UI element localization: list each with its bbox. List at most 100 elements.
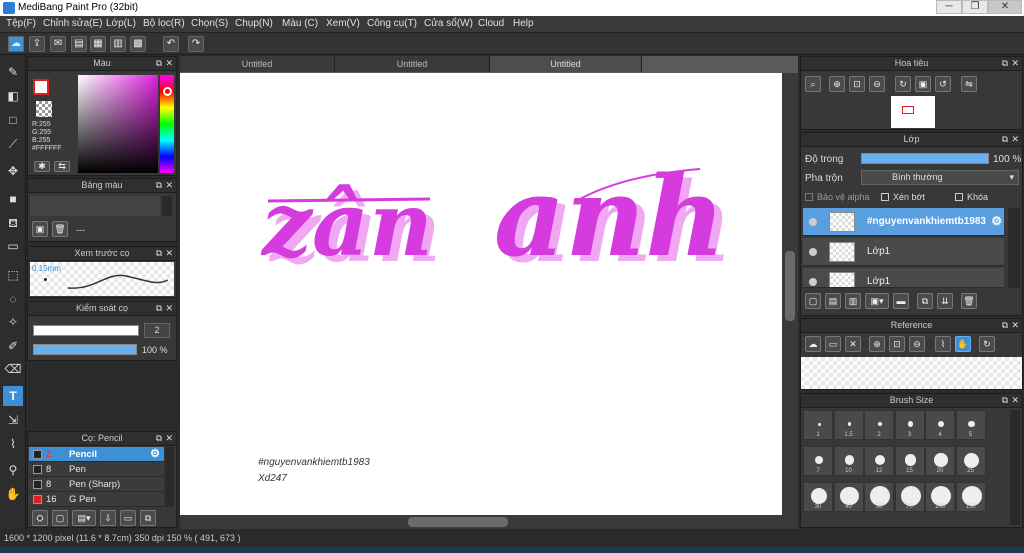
maximize-button[interactable]: ❐ xyxy=(962,0,988,14)
cloud-icon[interactable]: ☁ xyxy=(8,36,24,52)
palette-area[interactable] xyxy=(30,196,160,216)
brush-size-scrollbar[interactable] xyxy=(1010,410,1020,525)
tab-untitled-1[interactable]: Untitled xyxy=(180,56,335,72)
gear-icon[interactable]: ⚙ xyxy=(150,447,160,462)
menu-filter[interactable]: Bộ lọc(R) xyxy=(143,18,185,29)
brush-add-icon[interactable]: ⛭ xyxy=(32,510,48,526)
brush-size-cell[interactable]: 150 xyxy=(955,482,986,512)
cloud-ref-icon[interactable]: ☁ xyxy=(805,336,821,352)
layer-item[interactable]: Lớp1 xyxy=(803,268,1004,288)
eye-icon[interactable] xyxy=(809,248,817,256)
hue-handle[interactable] xyxy=(163,87,172,96)
import-brush-icon[interactable]: ⇩ xyxy=(100,510,116,526)
duplicate-layer-icon[interactable]: ⧉ xyxy=(917,293,933,309)
menu-color[interactable]: Màu (C) xyxy=(282,18,318,29)
new-layer-icon[interactable]: ▢ xyxy=(805,293,821,309)
move-tool-icon[interactable]: ✥ xyxy=(3,161,23,181)
vertical-scroll-thumb[interactable] xyxy=(785,251,795,321)
close-icon[interactable]: ✕ xyxy=(165,247,173,260)
close-icon[interactable]: ✕ xyxy=(165,179,173,192)
brush-size-cell[interactable]: 100 xyxy=(925,482,955,512)
rectangle-tool-icon[interactable]: □ xyxy=(3,110,23,130)
zoom-icon[interactable]: ⌕ xyxy=(805,76,821,92)
gear-icon[interactable]: ⚙ xyxy=(991,214,1002,228)
menu-tools[interactable]: Công cụ(T) xyxy=(367,18,417,29)
menu-file[interactable]: Tệp(F) xyxy=(6,18,36,29)
new-8bit-layer-icon[interactable]: ▥ xyxy=(845,293,861,309)
canvas-horizontal-scrollbar[interactable] xyxy=(180,515,798,529)
popout-icon[interactable]: ⧉ xyxy=(1002,319,1008,332)
page-icon[interactable]: ▦ xyxy=(90,36,106,52)
layer-scrollbar[interactable] xyxy=(1008,208,1020,288)
brush-opacity-slider[interactable] xyxy=(33,344,137,355)
comment-icon[interactable]: ✉ xyxy=(50,36,66,52)
brush-size-cell[interactable]: 3 xyxy=(894,410,925,440)
new-brush-icon[interactable]: ▢ xyxy=(52,510,68,526)
menu-capture[interactable]: Chụp(N) xyxy=(235,18,273,29)
layer-item[interactable]: #nguyenvankhiemtb1983 ⚙ xyxy=(803,208,1004,236)
brush-size-cell[interactable]: 10 xyxy=(833,446,864,476)
folder-icon[interactable]: ▬ xyxy=(893,293,909,309)
zoom-in-icon[interactable]: ⊕ xyxy=(829,76,845,92)
reference-canvas[interactable] xyxy=(801,357,1022,389)
eyedropper-icon[interactable]: ⌇ xyxy=(935,336,951,352)
brush-item[interactable]: 16 G Pen xyxy=(29,492,164,507)
brush-item[interactable]: 8 Pen xyxy=(29,462,164,477)
add-color-icon[interactable]: ✱ xyxy=(34,161,50,172)
brush-size-value[interactable]: 2 xyxy=(144,323,170,338)
bucket-tool-icon[interactable]: ⛾ xyxy=(3,213,23,233)
select-rect-icon[interactable]: ⬚ xyxy=(3,265,23,285)
zoom-in-icon[interactable]: ⊕ xyxy=(869,336,885,352)
lasso-icon[interactable]: ◌ xyxy=(3,289,23,309)
new-halftone-layer-icon[interactable]: ▤ xyxy=(825,293,841,309)
select-eraser-icon[interactable]: ⌫ xyxy=(3,359,23,379)
brush-size-cell[interactable]: 25 xyxy=(955,446,986,476)
tiles-icon[interactable]: ▩ xyxy=(130,36,146,52)
magic-wand-icon[interactable]: ✧ xyxy=(3,312,23,332)
canvas-vertical-scrollbar[interactable] xyxy=(782,73,798,515)
eye-icon[interactable] xyxy=(809,218,817,226)
close-icon[interactable]: ✕ xyxy=(1011,133,1019,146)
trash-icon[interactable]: 🗑 xyxy=(52,221,68,237)
brush-size-cell[interactable]: 1.5 xyxy=(833,410,864,440)
brush-size-cell[interactable]: 50 xyxy=(864,482,894,512)
menu-cloud[interactable]: Cloud xyxy=(478,18,504,29)
hand-tool-icon[interactable]: ✋ xyxy=(3,484,23,504)
brush-list-scrollbar[interactable] xyxy=(165,447,174,507)
swap-color-icon[interactable]: ⇆ xyxy=(54,161,70,172)
line-tool-icon[interactable]: ⟋ xyxy=(3,134,23,154)
brush-size-cell[interactable]: 12 xyxy=(864,446,894,476)
menu-view[interactable]: Xem(V) xyxy=(326,18,360,29)
brush-size-cell[interactable]: 20 xyxy=(925,446,955,476)
rotate-icon[interactable]: ↻ xyxy=(895,76,911,92)
background-color-swatch[interactable] xyxy=(36,101,52,117)
eye-icon[interactable] xyxy=(809,278,817,286)
reset-rotate-icon[interactable]: ↺ xyxy=(935,76,951,92)
redo-icon[interactable]: ↷ xyxy=(188,36,204,52)
brush-size-cell[interactable]: 1 xyxy=(803,410,833,440)
layer-item[interactable]: Lớp1 xyxy=(803,238,1004,266)
brush-size-cell[interactable]: 5 xyxy=(955,410,986,440)
fit-icon[interactable]: ⊡ xyxy=(889,336,905,352)
folder-icon[interactable]: ▭ xyxy=(120,510,136,526)
close-window-button[interactable]: ✕ xyxy=(988,0,1022,14)
horizontal-scroll-thumb[interactable] xyxy=(408,517,508,527)
share-icon[interactable]: ⇪ xyxy=(29,36,45,52)
document-icon[interactable]: ▤ xyxy=(71,36,87,52)
palette-scrollbar[interactable] xyxy=(162,196,172,216)
popout-icon[interactable]: ⧉ xyxy=(1002,394,1008,407)
hand-icon[interactable]: ✋ xyxy=(955,336,971,352)
minimize-button[interactable]: ─ xyxy=(936,0,962,14)
brush-size-cell[interactable]: 30 xyxy=(803,482,833,512)
trash-icon[interactable]: 🗑 xyxy=(961,293,977,309)
menu-edit[interactable]: Chỉnh sửa(E) xyxy=(43,18,103,29)
saturation-value-picker[interactable] xyxy=(78,75,158,173)
brush-size-slider[interactable] xyxy=(33,325,139,336)
dropper-icon[interactable]: ⚲ xyxy=(3,460,23,480)
navigator-viewport[interactable] xyxy=(902,106,914,114)
lock-checkbox[interactable] xyxy=(955,193,963,201)
close-ref-icon[interactable]: ✕ xyxy=(845,336,861,352)
text-tool-icon[interactable]: T xyxy=(3,386,23,406)
popout-icon[interactable]: ⧉ xyxy=(156,302,162,315)
undo-icon[interactable]: ↶ xyxy=(163,36,179,52)
